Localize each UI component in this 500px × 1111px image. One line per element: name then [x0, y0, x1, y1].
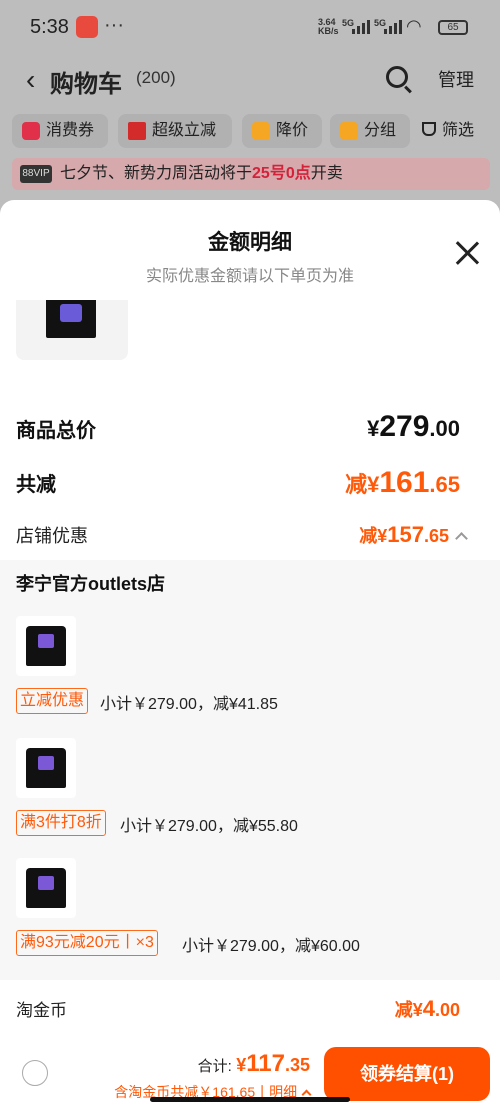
- filter-icon: [422, 122, 436, 136]
- store-name: 李宁官方outlets店: [16, 574, 166, 594]
- filter-button[interactable]: 筛选: [414, 114, 490, 148]
- sheet-title: 金额明细: [208, 231, 292, 254]
- folder-icon: [340, 122, 358, 140]
- cart-header: ‹ 购物车 (200) 管理: [0, 56, 500, 102]
- sum-line: 合计: ¥117.35: [198, 1050, 310, 1078]
- item-subtotal: 小计￥279.00，减¥41.85: [100, 696, 278, 713]
- down-arrow-icon: [128, 122, 146, 140]
- product-thumbnail: [16, 858, 76, 918]
- notice-text-end: 开卖: [310, 165, 343, 182]
- store-discount-row[interactable]: 店铺优惠 减¥157.65: [16, 522, 468, 556]
- checkout-button[interactable]: 领券结算(1): [324, 1047, 490, 1101]
- checkout-bar: 合计: ¥117.35 含淘金币共减￥161.65丨明细 领券结算(1): [0, 1038, 500, 1111]
- filter-super-discount[interactable]: 超级立减: [118, 114, 232, 148]
- sum-label: 合计:: [197, 1058, 232, 1075]
- promo-notice[interactable]: 88VIP 七夕节、新势力周活动将于25号0点开卖: [12, 158, 490, 190]
- sheet-subtitle: 实际优惠金额请以下单页为准: [145, 268, 354, 285]
- coin-discount-row: 淘金币 减¥4.00: [16, 996, 460, 1026]
- chevron-up-icon: [455, 532, 468, 545]
- sum-value: ¥117.35: [236, 1050, 310, 1077]
- total-reduce-label: 共减: [16, 474, 56, 496]
- signal-bars-icon: [352, 20, 372, 34]
- notice-highlight: 25号0点: [252, 165, 311, 182]
- discount-item: 满93元减20元丨×3 小计￥279.00，减¥60.00: [16, 858, 476, 968]
- coin-label: 淘金币: [16, 1001, 67, 1020]
- promo-tag: 满93元减20元丨×3: [16, 930, 158, 956]
- filter-coupon[interactable]: 消费券: [12, 114, 108, 148]
- wifi-icon: ◠: [406, 16, 422, 36]
- signal-bars-icon: [384, 20, 404, 34]
- total-reduce-value: 减¥161.65: [345, 466, 460, 499]
- product-thumbnail: [16, 738, 76, 798]
- coupon-icon: [22, 122, 40, 140]
- store-discount-label: 店铺优惠: [16, 526, 88, 546]
- notice-text: 七夕节、新势力周活动将于: [60, 165, 253, 182]
- item-subtotal: 小计￥279.00，减¥60.00: [182, 938, 360, 955]
- home-indicator: [150, 1097, 350, 1102]
- manage-button[interactable]: 管理: [438, 66, 474, 92]
- filter-group[interactable]: 分组: [330, 114, 410, 148]
- status-bar: 5:38 ··· 3.64 KB/s 5G 5G ◠ 65: [0, 0, 500, 56]
- net-speed: 3.64 KB/s: [318, 17, 339, 36]
- back-icon[interactable]: ‹: [26, 64, 35, 96]
- total-reduce-row: 共减 减¥161.65: [16, 466, 460, 506]
- coin-value: 减¥4.00: [394, 996, 460, 1021]
- filter-bar: 消费券 超级立减 降价 分组 筛选: [0, 114, 500, 150]
- product-image: [16, 300, 128, 360]
- status-time: 5:38: [30, 16, 69, 38]
- amount-detail-sheet: 金额明细 实际优惠金额请以下单页为准 商品总价 ¥279.00 共减 减¥161…: [0, 200, 500, 1111]
- store-discount-value: 减¥157.65: [359, 522, 468, 548]
- app-notification-icon: [76, 16, 98, 38]
- filter-price-drop[interactable]: 降价: [242, 114, 322, 148]
- product-thumbnail: [16, 616, 76, 676]
- status-more: ···: [104, 14, 124, 36]
- total-price-label: 商品总价: [16, 420, 96, 442]
- price-drop-icon: [252, 122, 270, 140]
- promo-tag: 满3件打8折: [16, 810, 106, 836]
- cart-count: (200): [136, 68, 176, 87]
- close-icon[interactable]: [454, 240, 480, 266]
- search-icon[interactable]: [386, 66, 408, 88]
- page-title: 购物车: [50, 71, 122, 98]
- store-discount-detail: 李宁官方outlets店 立减优惠 小计￥279.00，减¥41.85 满3件打…: [0, 560, 500, 980]
- total-price-row: 商品总价 ¥279.00: [16, 410, 460, 450]
- promo-tag: 立减优惠: [16, 688, 89, 714]
- item-subtotal: 小计￥279.00，减¥55.80: [120, 818, 298, 835]
- select-all-checkbox[interactable]: [22, 1060, 48, 1086]
- discount-item: 立减优惠 小计￥279.00，减¥41.85: [16, 616, 476, 726]
- battery-icon: 65: [438, 20, 468, 35]
- total-price-value: ¥279.00: [367, 410, 460, 443]
- discount-item: 满3件打8折 小计￥279.00，减¥55.80: [16, 738, 476, 848]
- vip-badge: 88VIP: [20, 165, 52, 183]
